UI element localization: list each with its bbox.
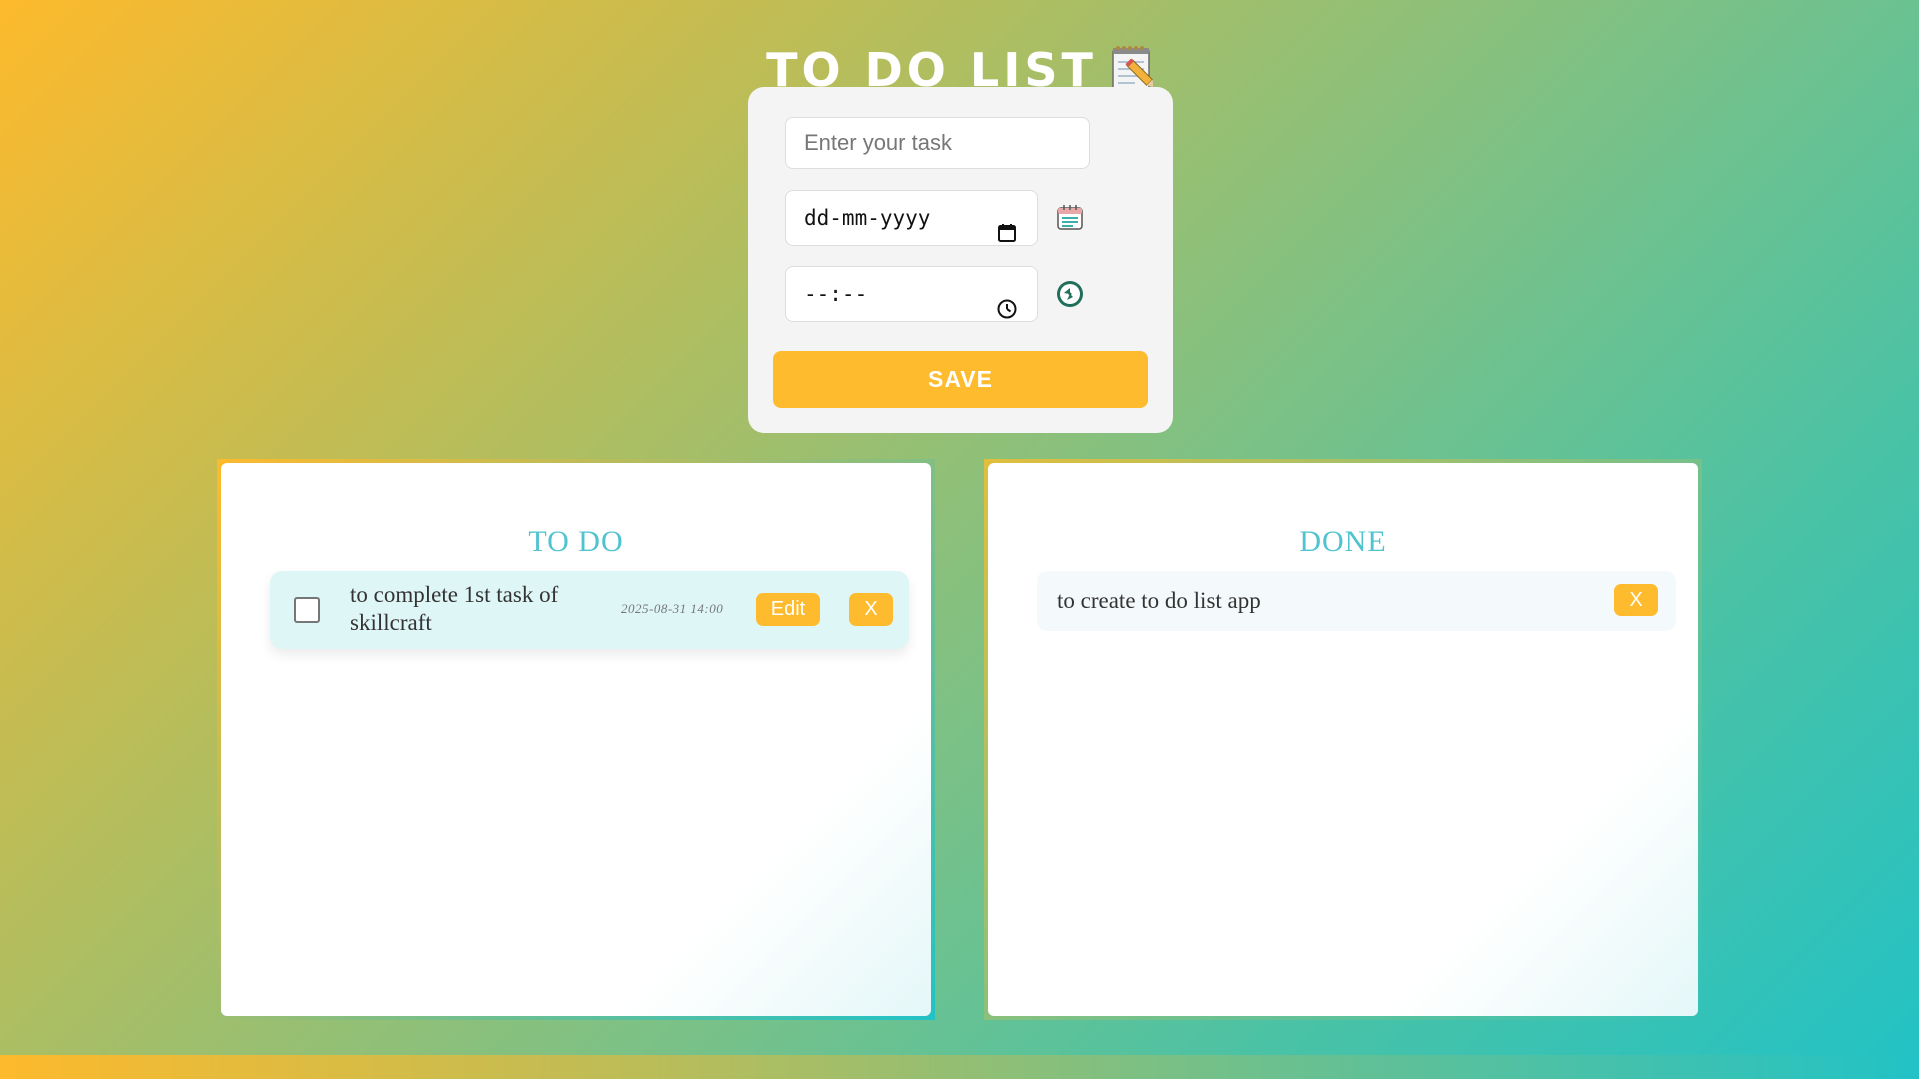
delete-done-button[interactable]: X [1614, 584, 1658, 616]
date-field[interactable]: dd-mm-yyyy [785, 190, 1038, 246]
edit-button[interactable]: Edit [756, 593, 820, 626]
time-field-text: --:-- [804, 282, 868, 306]
task-form-card: dd-mm-yyyy --:-- SAVE [748, 87, 1173, 433]
time-field[interactable]: --:-- [785, 266, 1038, 322]
todo-list-item: to complete 1st task of skillcraft 2025-… [270, 571, 909, 649]
calendar-icon [1055, 203, 1085, 233]
clock-picker-icon[interactable] [997, 285, 1017, 339]
done-panel-inner: DONE to create to do list app X [988, 463, 1698, 1016]
done-heading: DONE [1299, 525, 1387, 558]
time-row: --:-- [785, 266, 1090, 322]
task-input[interactable] [785, 117, 1090, 169]
calendar-picker-icon[interactable] [997, 209, 1017, 263]
date-row: dd-mm-yyyy [785, 190, 1090, 246]
todo-item-checkbox[interactable] [294, 597, 320, 623]
todo-item-datetime: 2025-08-31 14:00 [621, 601, 724, 616]
todo-item-text: to complete 1st task of skillcraft [350, 582, 559, 635]
done-item-text: to create to do list app [1057, 588, 1261, 613]
todo-panel-inner: TO DO to complete 1st task of skillcraft… [221, 463, 931, 1016]
done-list-item: to create to do list app X [1037, 571, 1676, 631]
footer-strip [0, 1055, 1919, 1079]
todo-panel: TO DO to complete 1st task of skillcraft… [217, 459, 935, 1020]
save-button[interactable]: SAVE [773, 351, 1148, 408]
todo-heading: TO DO [528, 525, 624, 558]
clock-icon [1055, 279, 1085, 309]
delete-todo-button[interactable]: X [849, 593, 893, 626]
date-field-text: dd-mm-yyyy [804, 206, 931, 230]
done-panel: DONE to create to do list app X [984, 459, 1702, 1020]
